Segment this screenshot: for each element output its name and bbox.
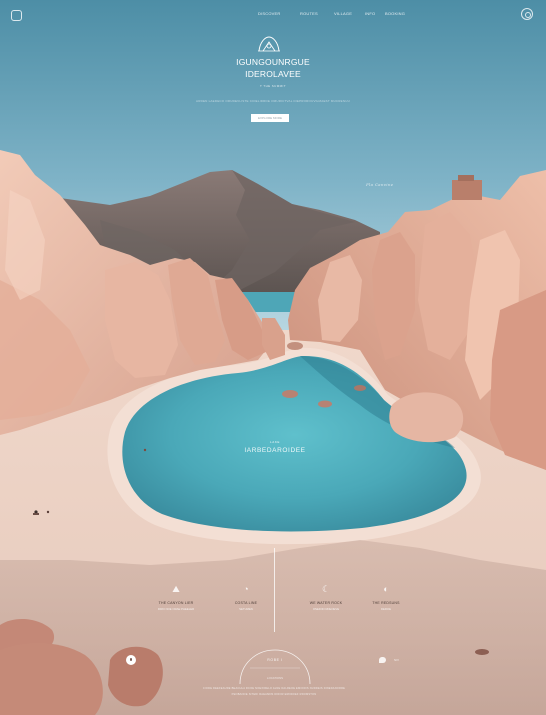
hero-caption: T THE SUMMIT bbox=[259, 84, 287, 88]
nav-item-routes[interactable]: ROUTES bbox=[300, 11, 334, 16]
nav-item-booking[interactable]: BOOKING bbox=[385, 11, 415, 16]
compass-icon: ◔ bbox=[243, 584, 249, 594]
feature-desc: DEROE bbox=[381, 607, 391, 611]
feature-desc: ONEDIIO RDEOEVE bbox=[312, 607, 340, 611]
hero-title-line-2: IDEROLAVEE bbox=[245, 69, 301, 79]
side-caption: Pla Canvine bbox=[366, 182, 394, 187]
nav-item-village[interactable]: VILLAGE bbox=[334, 11, 365, 16]
feature-desc: IDRO NOE ORAE PHEELER bbox=[157, 607, 195, 611]
play-icon[interactable] bbox=[126, 655, 136, 665]
lake-label: LAKE IARBEDAROIDEE bbox=[222, 440, 328, 454]
account-icon[interactable] bbox=[521, 8, 533, 20]
feature-name: THE REDSUNS bbox=[372, 601, 400, 605]
locations-label[interactable]: ROBE I bbox=[236, 658, 314, 662]
feature-item[interactable]: ⛰ THE CANYON LIER IDRO NOE ORAE PHEELER bbox=[146, 584, 206, 611]
logo-emblem-icon bbox=[258, 36, 280, 52]
feature-name: THE CANYON LIER bbox=[158, 601, 194, 605]
hero-subtitle: ARDEN LAEDECO ORUDEVLISTE CIOELIDRDE OMU… bbox=[196, 99, 350, 103]
feature-desc: SETUMEN bbox=[239, 607, 253, 611]
footer-line-2: PEOBANOE SITEDI RAEAMNS DIROR ERNDOEF RD… bbox=[231, 693, 317, 696]
feature-name: WE WATER ROCK bbox=[309, 601, 343, 605]
nav-item-info[interactable]: INFO bbox=[365, 11, 385, 16]
nav-item-discover[interactable]: DISCOVER bbox=[258, 11, 300, 16]
hero-title: IGUNGOUNRGUE IDEROLAVEE bbox=[190, 56, 356, 80]
lake-label-small: LAKE bbox=[269, 440, 281, 444]
landing-page: DISCOVER ROUTES VILLAGE INFO BOOKING IGU… bbox=[0, 0, 546, 715]
feature-name: COSTA LINE bbox=[234, 601, 258, 605]
spiral-icon: ☾ bbox=[321, 584, 331, 594]
hiking-icon: ⛰ bbox=[172, 584, 180, 594]
feature-item[interactable]: ☾ WE WATER ROCK ONEDIIO RDEOEVE bbox=[296, 584, 356, 611]
sun-icon: ◐ bbox=[383, 584, 389, 594]
explore-button[interactable]: EXPLORE MORE bbox=[251, 114, 289, 122]
lake-label-title: IARBEDAROIDEE bbox=[244, 447, 306, 454]
arch-frame-icon bbox=[239, 649, 311, 685]
feature-item[interactable]: ◐ THE REDSUNS DEROE bbox=[356, 584, 416, 611]
feature-item[interactable]: ◔ COSTA LINE SETUMEN bbox=[216, 584, 276, 611]
top-nav: DISCOVER ROUTES VILLAGE INFO BOOKING bbox=[258, 11, 415, 16]
footer-text: CIODE DEEFEAUDE BEACHLA RCOE NOEXIRELO A… bbox=[184, 686, 364, 698]
chat-label[interactable]: NIV bbox=[394, 658, 399, 662]
locations-sublabel: LOCATIONS bbox=[267, 676, 283, 680]
hero-title-line-1: IGUNGOUNRGUE bbox=[236, 57, 310, 67]
menu-icon[interactable] bbox=[11, 10, 22, 21]
chat-icon[interactable] bbox=[379, 657, 386, 663]
